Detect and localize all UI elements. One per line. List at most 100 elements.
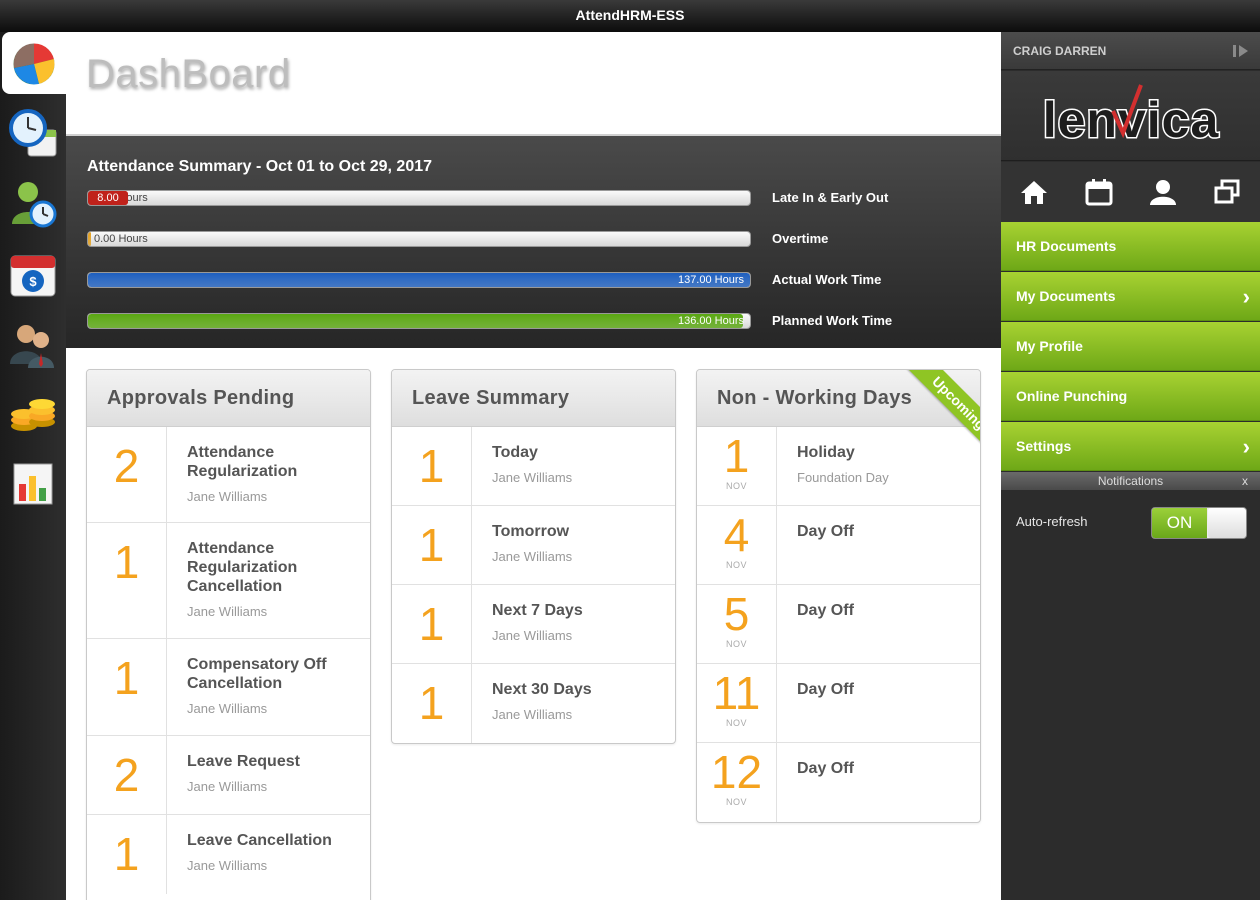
calendar-icon[interactable] (1084, 178, 1114, 206)
progress-bar: 137.00 Hours (87, 272, 751, 288)
approval-requester: Jane Williams (187, 489, 268, 504)
menu-item-label: HR Documents (1016, 238, 1117, 254)
approval-count-cell: 1 (87, 815, 167, 894)
home-icon[interactable] (1019, 178, 1049, 206)
progress-bar-text: 0.00 Hours (94, 233, 148, 245)
nav-people[interactable] (0, 314, 66, 376)
nav-coins[interactable] (0, 380, 66, 442)
nav-payroll-calendar[interactable]: $ (0, 244, 66, 306)
user-name: CRAIG DARREN (1013, 44, 1107, 58)
approval-requester: Jane Williams (187, 701, 268, 716)
clock-calendar-icon (9, 109, 57, 157)
quick-icons-bar (1001, 162, 1260, 222)
approval-item[interactable]: 1 Leave Cancellation Jane Williams (87, 815, 370, 894)
svg-text:$: $ (29, 274, 37, 289)
leave-summary-item[interactable]: 1 Next 30 Days Jane Williams (392, 664, 675, 743)
approval-item[interactable]: 2 Leave Request Jane Williams (87, 736, 370, 815)
attendance-bar-label: Late In & Early Out (772, 190, 889, 205)
menu-item-online-punching[interactable]: Online Punching (1001, 372, 1260, 421)
leave-employee: Jane Williams (492, 707, 573, 722)
date-cell: 4 NOV (697, 506, 777, 584)
auto-refresh-toggle[interactable]: ON (1151, 507, 1247, 539)
approval-title: Attendance Regularization (187, 444, 298, 480)
leave-count: 1 (418, 598, 445, 650)
day-description: Foundation Day (797, 470, 889, 485)
approval-item[interactable]: 1 Compensatory Off Cancellation Jane Willi… (87, 639, 370, 736)
day-type: Holiday (797, 444, 855, 461)
day-type: Day Off (797, 523, 854, 540)
day-number: 12 (710, 746, 763, 798)
notifications-bar: Notifications x (1001, 472, 1260, 490)
main-content: DashBoard Attendance Summary - Oct 01 to… (66, 32, 1001, 900)
notifications-label: Notifications (1097, 474, 1164, 488)
menu-item-my-profile[interactable]: My Profile (1001, 322, 1260, 371)
month-label: NOV (725, 718, 747, 728)
non-working-day-item[interactable]: 11 NOV Day Off (697, 664, 980, 743)
approval-count-cell: 2 (87, 427, 167, 522)
collapse-panel-icon[interactable] (1232, 44, 1250, 58)
leave-summary-item[interactable]: 1 Today Jane Williams (392, 427, 675, 506)
approval-count-cell: 1 (87, 639, 167, 735)
non-working-day-item[interactable]: 5 NOV Day Off (697, 585, 980, 664)
nav-dashboard[interactable] (2, 32, 66, 94)
non-working-days-card: Non - Working Days Upcoming 1 NOV Holiday F… (696, 369, 981, 823)
attendance-bar-label: Overtime (772, 231, 829, 246)
nav-reports[interactable] (0, 452, 66, 514)
window-title: AttendHRM-ESS (575, 7, 685, 23)
approval-count-cell: 1 (87, 523, 167, 638)
approval-requester: Jane Williams (187, 604, 268, 619)
menu-item-label: Settings (1016, 438, 1072, 454)
non-working-day-item[interactable]: 1 NOV Holiday Foundation Day (697, 427, 980, 506)
toggle-knob[interactable] (1208, 508, 1246, 538)
non-working-day-item[interactable]: 4 NOV Day Off (697, 506, 980, 585)
left-nav-rail: $ (0, 32, 66, 900)
chevron-right-icon: › (1242, 284, 1250, 309)
menu-item-settings[interactable]: Settings › (1001, 422, 1260, 471)
day-number: 11 (712, 667, 761, 719)
attendance-bar-row: 0.00 Hours Overtime (87, 231, 967, 249)
progress-bar-text: 137.00 Hours (677, 274, 744, 286)
approval-title: Compensatory Off Cancellation (187, 656, 327, 692)
right-panel: CRAIG DARREN lenvica HR Documents My Doc… (1001, 32, 1260, 900)
leave-count-cell: 1 (392, 664, 472, 743)
attendance-summary-title: Attendance Summary - Oct 01 to Oct 29, 2… (87, 158, 433, 175)
windows-icon[interactable] (1212, 178, 1242, 206)
progress-bar: 0.00 Hours (87, 231, 751, 247)
menu-item-my-documents[interactable]: My Documents › (1001, 272, 1260, 321)
leave-summary-item[interactable]: 1 Tomorrow Jane Williams (392, 506, 675, 585)
progress-bar: 8.00 Hours8.00 (87, 190, 751, 206)
month-label: NOV (725, 797, 747, 807)
payroll-calendar-icon: $ (10, 255, 56, 297)
notifications-close-button[interactable]: x (1242, 474, 1248, 488)
approval-item[interactable]: 1 Attendance Regularization Cancellation J… (87, 523, 370, 639)
user-bar: CRAIG DARREN (1001, 32, 1260, 70)
approval-title: Leave Cancellation (187, 832, 332, 849)
menu-item-hr-documents[interactable]: HR Documents (1001, 222, 1260, 271)
month-label: NOV (725, 481, 747, 491)
window-title-bar: AttendHRM-ESS (0, 0, 1260, 32)
nav-employee-time[interactable] (0, 172, 66, 234)
progress-bar-fill (88, 314, 744, 328)
employee-clock-icon (12, 182, 57, 228)
month-label: NOV (725, 560, 747, 570)
non-working-day-item[interactable]: 12 NOV Day Off (697, 743, 980, 822)
leave-period: Tomorrow (492, 523, 570, 540)
leave-count-cell: 1 (392, 427, 472, 505)
attendance-bar-label: Planned Work Time (772, 313, 893, 328)
attendance-bar-row: 137.00 Hours Actual Work Time (87, 272, 967, 290)
nav-attendance[interactable] (0, 102, 66, 164)
chevron-right-icon: › (1242, 434, 1250, 459)
approval-count: 2 (113, 440, 140, 492)
progress-bar-fill (88, 232, 91, 246)
leave-period: Next 30 Days (492, 681, 592, 698)
day-type: Day Off (797, 602, 854, 619)
user-icon[interactable] (1148, 178, 1178, 206)
leave-summary-card: Leave Summary 1 Today Jane Williams 1 Tomorr… (391, 369, 676, 744)
reports-chart-icon (13, 463, 53, 505)
progress-bar-fill (88, 273, 750, 287)
approval-item[interactable]: 2 Attendance Regularization Jane Williams (87, 427, 370, 523)
day-number: 4 (723, 509, 750, 561)
progress-bar: 136.00 Hours (87, 313, 751, 329)
leave-employee: Jane Williams (492, 470, 573, 485)
leave-summary-item[interactable]: 1 Next 7 Days Jane Williams (392, 585, 675, 664)
